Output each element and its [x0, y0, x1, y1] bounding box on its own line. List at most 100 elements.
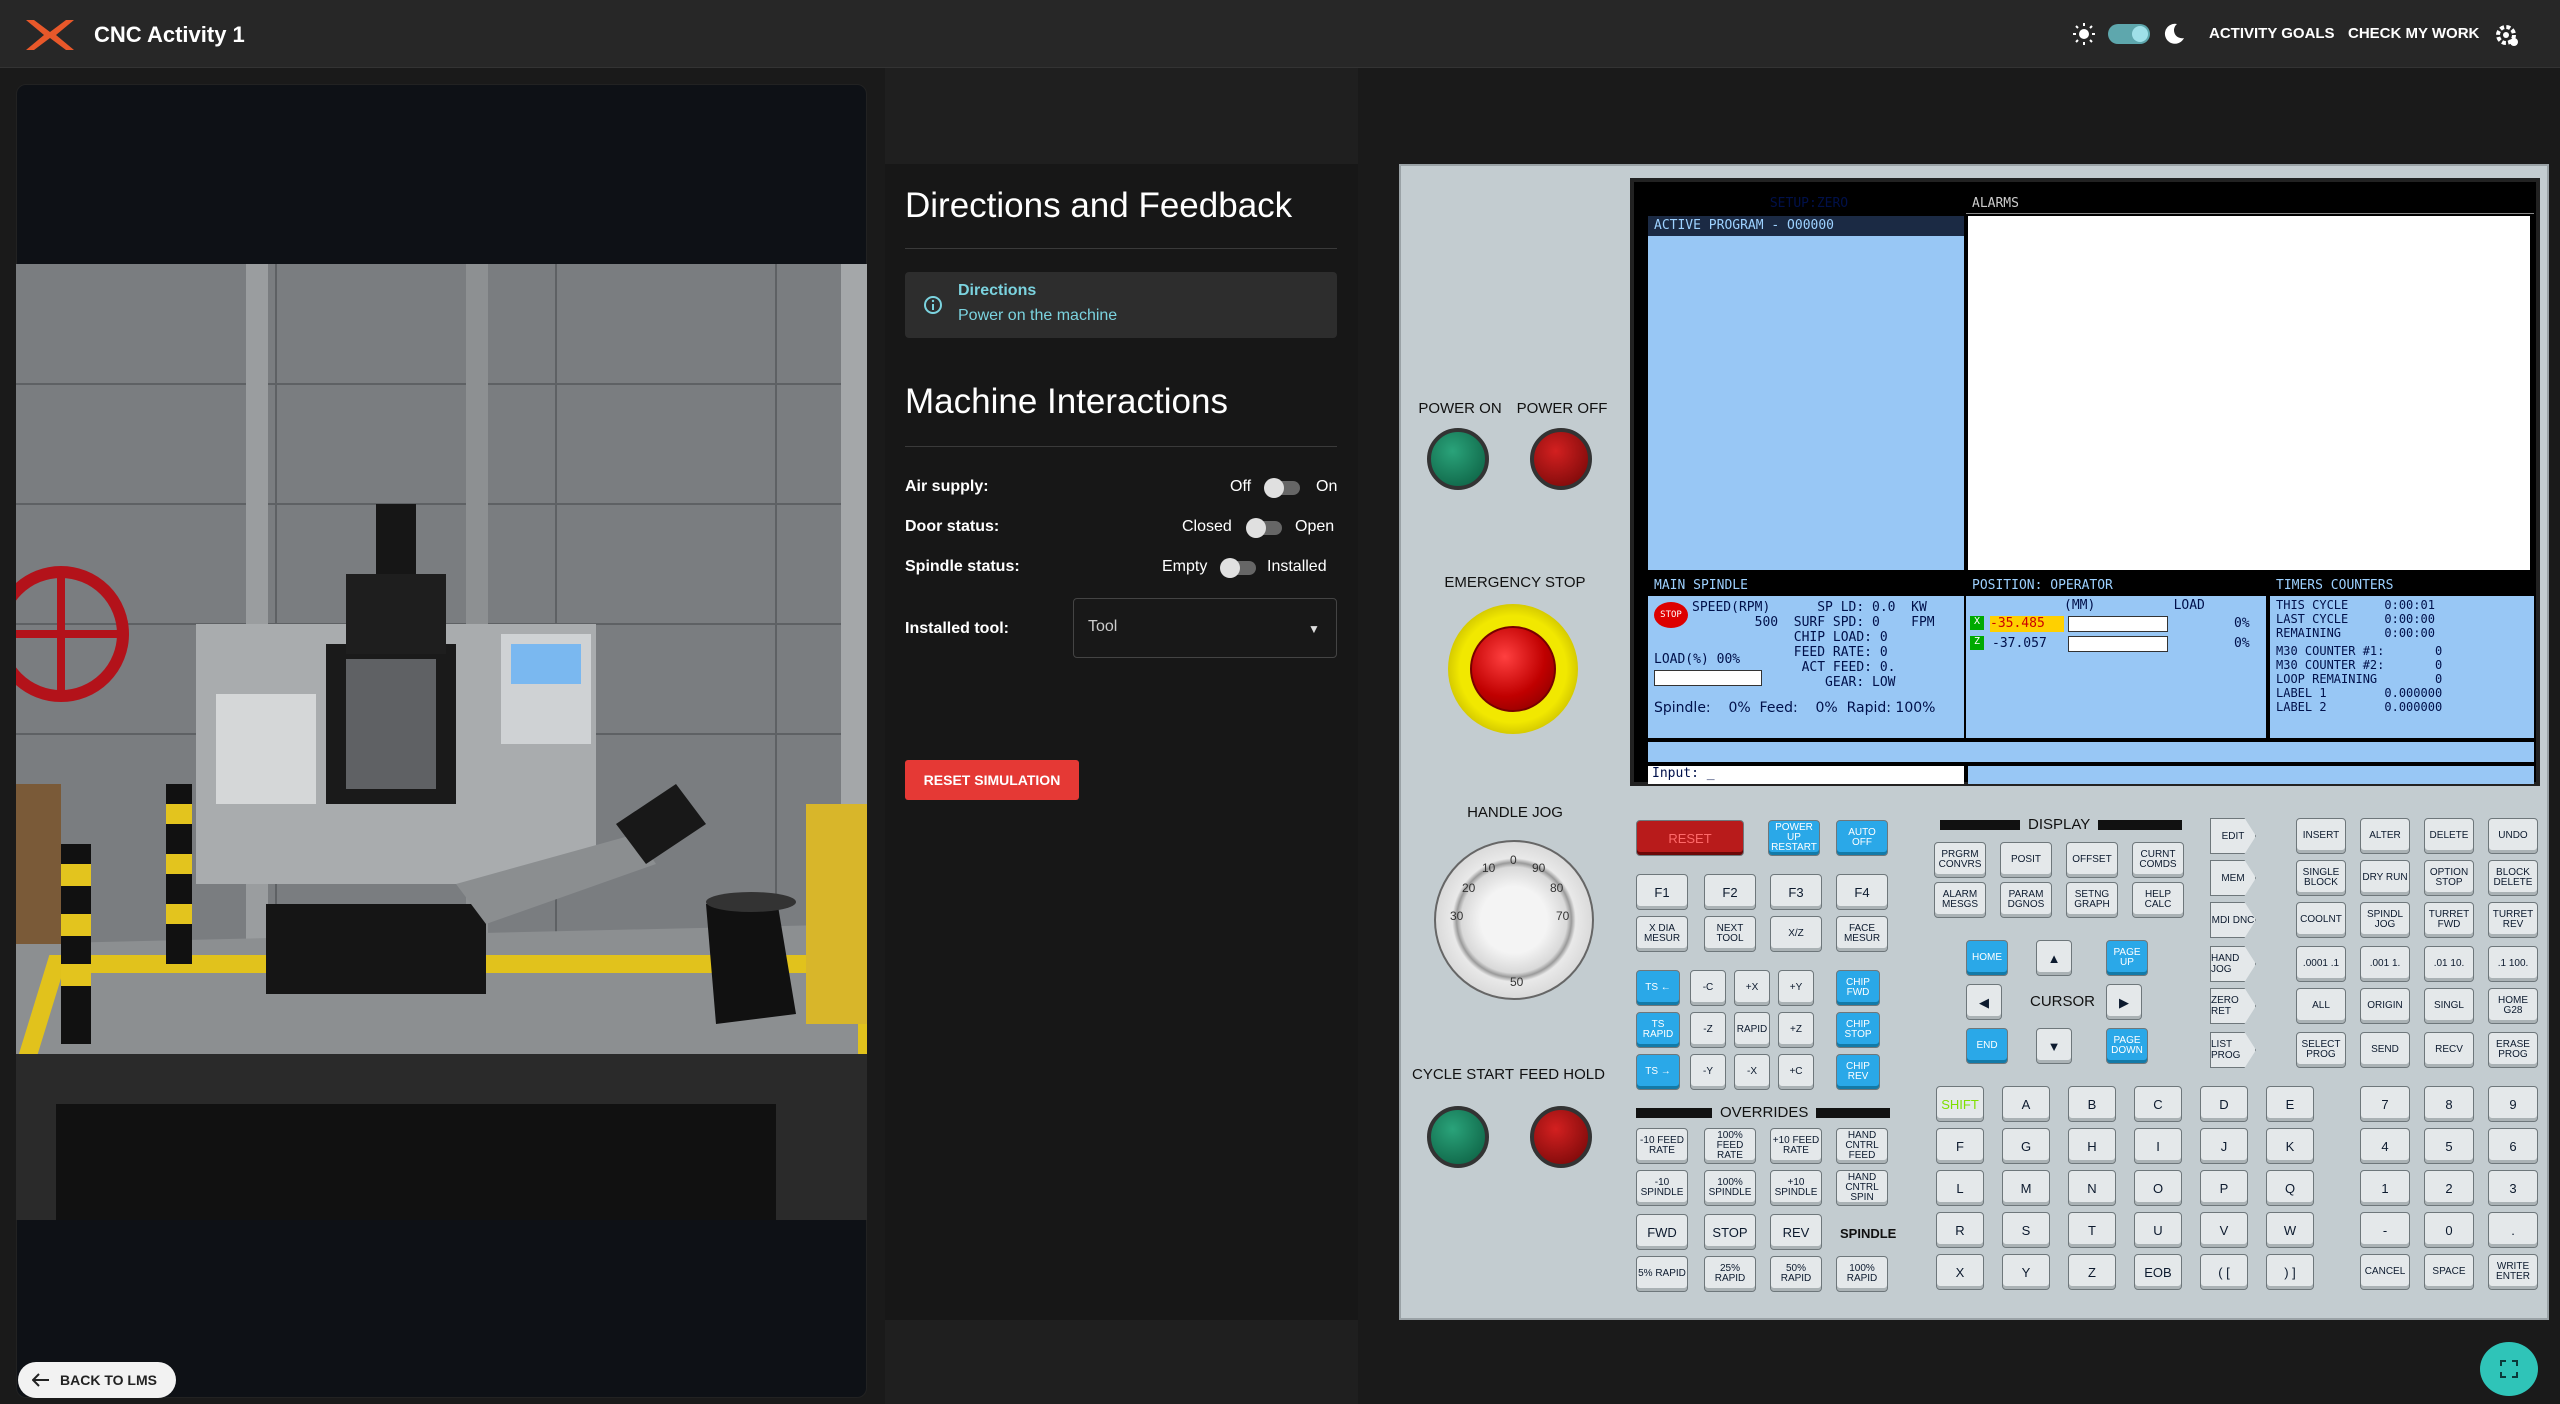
key-[interactable]: ▲ [2036, 940, 2072, 976]
key-[interactable]: ▼ [2036, 1028, 2072, 1064]
key-y[interactable]: Y [2002, 1254, 2050, 1290]
key-ts[interactable]: TS ← [1636, 970, 1680, 1006]
key-dry-run[interactable]: DRY RUN [2360, 860, 2410, 896]
key-param-dgnos[interactable]: PARAM DGNOS [2000, 882, 2052, 918]
check-my-work-button[interactable]: CHECK MY WORK [2348, 25, 2479, 42]
key-01-10[interactable]: .01 10. [2424, 946, 2474, 982]
key-f4[interactable]: F4 [1836, 874, 1888, 910]
key-coolnt[interactable]: COOLNT [2296, 902, 2346, 938]
key-single-block[interactable]: SINGLE BLOCK [2296, 860, 2346, 896]
key-b[interactable]: B [2068, 1086, 2116, 1122]
key-[interactable]: ) ] [2266, 1254, 2314, 1290]
key-block-delete[interactable]: BLOCK DELETE [2488, 860, 2538, 896]
key-turret-rev[interactable]: TURRET REV [2488, 902, 2538, 938]
emergency-stop-button[interactable] [1470, 626, 1556, 712]
key-z[interactable]: Z [2068, 1254, 2116, 1290]
settings-icon[interactable] [2494, 22, 2520, 48]
key-10-spindle[interactable]: -10 SPINDLE [1636, 1170, 1688, 1206]
key-curnt-comds[interactable]: CURNT COMDS [2132, 842, 2184, 878]
key-z[interactable]: +Z [1778, 1012, 1814, 1048]
key-2[interactable]: 2 [2424, 1170, 2474, 1206]
key-s[interactable]: S [2002, 1212, 2050, 1248]
key-y[interactable]: -Y [1690, 1054, 1726, 1090]
key-shift[interactable]: SHIFT [1936, 1086, 1984, 1122]
reset-simulation-button[interactable]: RESET SIMULATION [905, 760, 1079, 800]
key-k[interactable]: K [2266, 1128, 2314, 1164]
key-recv[interactable]: RECV [2424, 1032, 2474, 1068]
key-[interactable]: ◀ [1966, 984, 2002, 1020]
key-c[interactable]: C [2134, 1086, 2182, 1122]
key-ts-rapid[interactable]: TS RAPID [1636, 1012, 1680, 1048]
key-insert[interactable]: INSERT [2296, 818, 2346, 854]
key-9[interactable]: 9 [2488, 1086, 2538, 1122]
key-rev[interactable]: REV [1770, 1214, 1822, 1250]
key-10-spindle[interactable]: +10 SPINDLE [1770, 1170, 1822, 1206]
key-e[interactable]: E [2266, 1086, 2314, 1122]
feed-hold-button[interactable] [1530, 1106, 1592, 1168]
key-[interactable]: . [2488, 1212, 2538, 1248]
key-f3[interactable]: F3 [1770, 874, 1822, 910]
key-prgrm-convrs[interactable]: PRGRM CONVRS [1934, 842, 1986, 878]
key-stop[interactable]: STOP [1704, 1214, 1756, 1250]
key-o[interactable]: O [2134, 1170, 2182, 1206]
key-c[interactable]: +C [1778, 1054, 1814, 1090]
key-space[interactable]: SPACE [2424, 1254, 2474, 1290]
key-auto-off[interactable]: AUTO OFF [1836, 820, 1888, 856]
cycle-start-button[interactable] [1427, 1106, 1489, 1168]
key-d[interactable]: D [2200, 1086, 2248, 1122]
key-erase-prog[interactable]: ERASE PROG [2488, 1032, 2538, 1068]
key-[interactable]: ▶ [2106, 984, 2142, 1020]
key-write-enter[interactable]: WRITE ENTER [2488, 1254, 2538, 1290]
key-fwd[interactable]: FWD [1636, 1214, 1688, 1250]
power-off-button[interactable] [1530, 428, 1592, 490]
key-help-calc[interactable]: HELP CALC [2132, 882, 2184, 918]
key-m[interactable]: M [2002, 1170, 2050, 1206]
key-singl[interactable]: SINGL [2424, 988, 2474, 1024]
key-setng-graph[interactable]: SETNG GRAPH [2066, 882, 2118, 918]
key-cancel[interactable]: CANCEL [2360, 1254, 2410, 1290]
key-f[interactable]: F [1936, 1128, 1984, 1164]
key-chip-rev[interactable]: CHIP REV [1836, 1054, 1880, 1090]
key-x-z[interactable]: X/Z [1770, 916, 1822, 952]
key-delete[interactable]: DELETE [2424, 818, 2474, 854]
key-power-up-restart[interactable]: POWER UP RESTART [1768, 820, 1820, 856]
key-001-1[interactable]: .001 1. [2360, 946, 2410, 982]
key-q[interactable]: Q [2266, 1170, 2314, 1206]
key-rapid[interactable]: RAPID [1734, 1012, 1770, 1048]
key-25-rapid[interactable]: 25% RAPID [1704, 1256, 1756, 1292]
key-6[interactable]: 6 [2488, 1128, 2538, 1164]
key-page-up[interactable]: PAGE UP [2106, 940, 2148, 976]
key-i[interactable]: I [2134, 1128, 2182, 1164]
key-n[interactable]: N [2068, 1170, 2116, 1206]
key-turret-fwd[interactable]: TURRET FWD [2424, 902, 2474, 938]
key-home-g28[interactable]: HOME G28 [2488, 988, 2538, 1024]
key-send[interactable]: SEND [2360, 1032, 2410, 1068]
back-to-lms-button[interactable]: BACK TO LMS [18, 1362, 176, 1398]
key-4[interactable]: 4 [2360, 1128, 2410, 1164]
key-f2[interactable]: F2 [1704, 874, 1756, 910]
key-home[interactable]: HOME [1966, 940, 2008, 976]
power-on-button[interactable] [1427, 428, 1489, 490]
machine-3d-scene[interactable] [16, 264, 867, 1220]
key-c[interactable]: -C [1690, 970, 1726, 1006]
key-hand-cntrl-feed[interactable]: HAND CNTRL FEED [1836, 1128, 1888, 1164]
key-reset[interactable]: RESET [1636, 820, 1744, 856]
key-100-rapid[interactable]: 100% RAPID [1836, 1256, 1888, 1292]
key-5[interactable]: 5 [2424, 1128, 2474, 1164]
spindle-status-toggle[interactable] [1220, 558, 1256, 578]
theme-toggle[interactable] [2108, 24, 2150, 44]
key-[interactable]: - [2360, 1212, 2410, 1248]
key-next-tool[interactable]: NEXT TOOL [1704, 916, 1756, 952]
key-x-dia-mesur[interactable]: X DIA MESUR [1636, 916, 1688, 952]
key-posit[interactable]: POSIT [2000, 842, 2052, 878]
key-w[interactable]: W [2266, 1212, 2314, 1248]
key-z[interactable]: -Z [1690, 1012, 1726, 1048]
key-1-100[interactable]: .1 100. [2488, 946, 2538, 982]
key-x[interactable]: -X [1734, 1054, 1770, 1090]
key-5-rapid[interactable]: 5% RAPID [1636, 1256, 1688, 1292]
fullscreen-button[interactable] [2480, 1342, 2538, 1396]
key-j[interactable]: J [2200, 1128, 2248, 1164]
key-100-feed-rate[interactable]: 100% FEED RATE [1704, 1128, 1756, 1164]
key-alarm-mesgs[interactable]: ALARM MESGS [1934, 882, 1986, 918]
key-option-stop[interactable]: OPTION STOP [2424, 860, 2474, 896]
